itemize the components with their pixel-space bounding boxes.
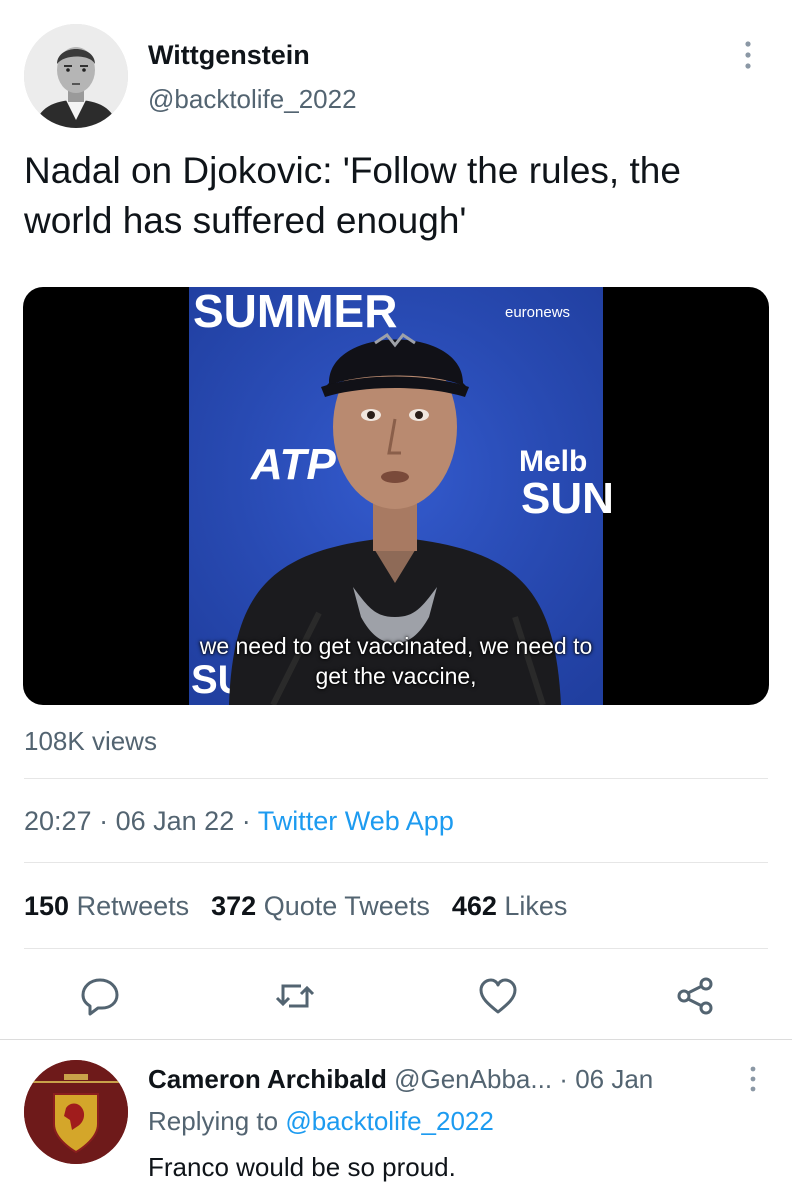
backdrop-summer-text: SUMMER xyxy=(193,287,397,337)
retweets-count: 150 xyxy=(24,891,70,921)
retweets-label: Retweets xyxy=(76,891,190,921)
tweet-date[interactable]: 06 Jan 22 xyxy=(116,806,235,836)
author-handle[interactable]: @backtolife_2022 xyxy=(148,84,357,115)
tweet-text: Nadal on Djokovic: 'Follow the rules, th… xyxy=(24,150,681,241)
separator: · xyxy=(559,1064,568,1094)
quote-tweets-count: 372 xyxy=(211,891,257,921)
author-name[interactable]: Wittgenstein xyxy=(148,40,310,71)
likes-count: 462 xyxy=(451,891,497,921)
retweet-icon[interactable] xyxy=(273,974,317,1018)
replying-to-handle[interactable]: @backtolife_2022 xyxy=(285,1106,494,1136)
view-count: 108K views xyxy=(24,726,157,756)
video-player[interactable]: SUMMER euronews ATP Melb SUN SU we need … xyxy=(23,287,769,705)
reply-author-handle[interactable]: @GenAbba... xyxy=(394,1064,552,1094)
like-icon[interactable] xyxy=(476,974,520,1018)
divider xyxy=(24,862,768,863)
section-divider xyxy=(0,1039,792,1040)
tweet-stats: 150 Retweets 372 Quote Tweets 462 Likes xyxy=(24,891,567,922)
tweet-timestamp: 20:27 · 06 Jan 22 · Twitter Web App xyxy=(24,806,454,837)
reply-author-avatar[interactable] xyxy=(24,1060,128,1164)
retweets-stat[interactable]: 150 Retweets xyxy=(24,891,189,921)
video-caption-line-2: get the vaccine, xyxy=(315,663,477,689)
reply-icon[interactable] xyxy=(78,974,122,1018)
separator: · xyxy=(241,806,251,836)
reply-author-name[interactable]: Cameron Archibald xyxy=(148,1064,387,1094)
author-avatar[interactable] xyxy=(24,24,128,128)
divider xyxy=(24,778,768,779)
quote-tweets-stat[interactable]: 372 Quote Tweets xyxy=(211,891,430,921)
backdrop-brand-text: euronews xyxy=(505,304,570,321)
replying-to-prefix: Replying to xyxy=(148,1106,279,1136)
reply-more-options-icon[interactable] xyxy=(746,1064,760,1094)
quote-tweets-label: Quote Tweets xyxy=(263,891,430,921)
reply-text: Franco would be so proud. xyxy=(148,1152,456,1182)
divider xyxy=(24,948,768,949)
backdrop-sun-text: SUN xyxy=(521,474,614,523)
backdrop-atp-text: ATP xyxy=(250,440,336,489)
tweet-source-link[interactable]: Twitter Web App xyxy=(258,806,454,836)
reply-header: Cameron Archibald @GenAbba... · 06 Jan xyxy=(148,1064,653,1095)
separator: · xyxy=(99,806,109,836)
likes-label: Likes xyxy=(504,891,568,921)
video-caption-line-1: we need to get vaccinated, we need to xyxy=(199,633,593,659)
tweet-time[interactable]: 20:27 xyxy=(24,806,92,836)
replying-to: Replying to @backtolife_2022 xyxy=(148,1106,494,1137)
likes-stat[interactable]: 462 Likes xyxy=(452,891,568,921)
more-options-icon[interactable] xyxy=(738,38,758,72)
reply-date[interactable]: 06 Jan xyxy=(575,1064,653,1094)
share-icon[interactable] xyxy=(674,974,718,1018)
